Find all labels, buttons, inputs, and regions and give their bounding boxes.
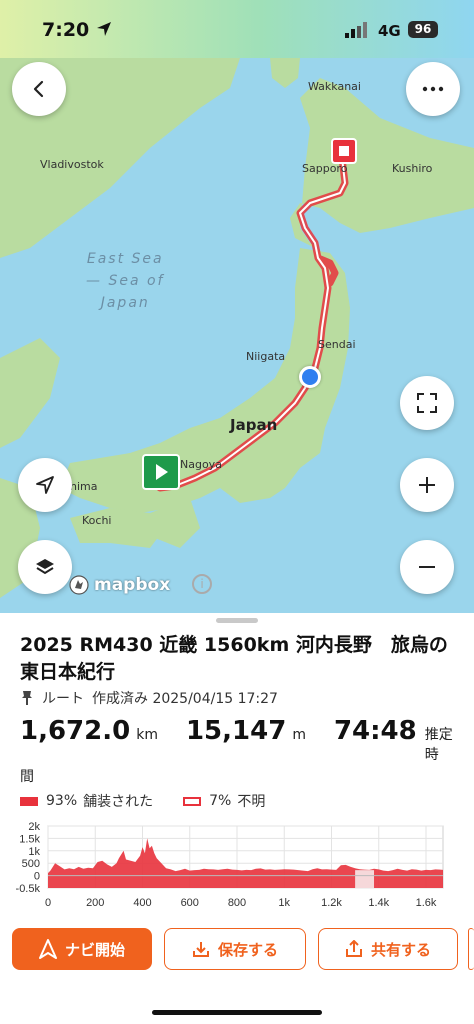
route-meta: ルート 作成済み 2025/04/15 17:27 [20, 688, 278, 708]
unknown-surface-band [355, 870, 375, 888]
network-type: 4G [378, 22, 401, 40]
download-icon [192, 942, 209, 957]
label-nagoya: Nagoya [180, 458, 222, 471]
mapbox-logo-icon [69, 575, 89, 595]
x-tick-label: 1.2k [321, 897, 342, 909]
duration-value: 74:48 [333, 716, 417, 746]
paved-label: 舗装された [83, 794, 154, 810]
save-button[interactable]: 保存する [164, 928, 306, 970]
label-japan: Japan [230, 416, 278, 434]
start-navigation-label: ナビ開始 [64, 940, 125, 959]
layers-button[interactable] [18, 540, 72, 594]
x-tick-label: 600 [181, 897, 199, 909]
mapbox-attribution[interactable]: mapbox [68, 574, 170, 596]
paved-swatch [20, 796, 38, 806]
korea-land [0, 338, 60, 448]
distance-unit: km [136, 727, 158, 743]
distance-value: 1,672.0 [20, 716, 131, 746]
unknown-percent: 7% [209, 793, 232, 809]
home-indicator [152, 1010, 322, 1015]
unknown-label: 不明 [237, 794, 266, 810]
y-tick-label: 0 [34, 871, 40, 883]
x-tick-label: 200 [86, 897, 104, 909]
label-kushiro: Kushiro [392, 162, 433, 175]
save-label: 保存する [217, 940, 278, 959]
route-type: ルート [42, 691, 84, 707]
attribution-info-icon[interactable]: i [192, 574, 212, 594]
elevation-unit: m [292, 727, 306, 743]
route-map[interactable]: Wakkanai Sapporo Kushiro Vladivostok Sen… [0, 58, 474, 613]
current-location-dot [299, 366, 321, 388]
sakhalin-land [270, 58, 300, 88]
unknown-swatch [183, 796, 202, 806]
label-hima: hima [70, 480, 98, 493]
map-canvas [0, 58, 474, 598]
action-bar: ナビ開始 保存する 共有する [12, 928, 474, 972]
sea-label-line-2: — Sea of [86, 273, 165, 289]
minus-icon [419, 566, 435, 568]
more-options-button[interactable] [406, 62, 460, 116]
x-tick-label: 1k [278, 897, 290, 909]
duration-unit-part1: 推定時 [424, 727, 453, 763]
location-arrow-icon [97, 22, 111, 36]
play-icon [156, 464, 168, 480]
sea-label-line-1: East Sea [86, 251, 164, 267]
sea-label-line-3: Japan [100, 295, 150, 311]
navigation-arrow-icon [36, 476, 54, 494]
y-tick-label: 1k [28, 846, 40, 858]
x-tick-label: 1.6k [416, 897, 437, 909]
sheet-grab-handle[interactable] [216, 618, 258, 623]
ellipsis-icon [422, 86, 444, 92]
x-tick-label: 800 [228, 897, 246, 909]
x-tick-label: 0 [45, 897, 51, 909]
fullscreen-icon [417, 393, 437, 413]
chevron-left-icon [33, 80, 44, 98]
label-wakkanai: Wakkanai [308, 80, 361, 93]
label-kochi: Kochi [82, 514, 112, 527]
mapbox-text: mapbox [94, 575, 171, 595]
x-tick-label: 400 [133, 897, 151, 909]
pin-icon [22, 691, 32, 705]
back-button[interactable] [12, 62, 66, 116]
layers-icon [36, 559, 54, 575]
share-label: 共有する [370, 940, 431, 959]
finish-flag-icon [339, 146, 349, 156]
battery-indicator: 96 [408, 21, 438, 38]
paved-percent: 93% [46, 793, 78, 809]
start-navigation-button[interactable]: ナビ開始 [12, 928, 152, 970]
zoom-in-button[interactable] [400, 458, 454, 512]
label-vladivostok: Vladivostok [40, 158, 104, 171]
label-niigata: Niigata [246, 350, 286, 363]
more-actions-button-edge[interactable] [468, 928, 474, 970]
sea-of-japan-label: East Sea — Sea of Japan [86, 248, 164, 314]
start-marker[interactable] [142, 454, 180, 490]
status-time: 7:20 [42, 19, 90, 41]
y-tick-label: 1.5k [19, 833, 40, 845]
x-tick-label: 1.4k [368, 897, 389, 909]
y-tick-label: 500 [22, 858, 40, 870]
elevation-value: 15,147 [185, 716, 287, 746]
fullscreen-button[interactable] [400, 376, 454, 430]
status-bar: 7:20 4G 96 [0, 0, 474, 58]
signal-icon [345, 22, 367, 38]
elevation-chart[interactable]: 2k1.5k1k5000-0.5k0 200 400 600 800 1k 1.2k 1.4k… [0, 818, 474, 914]
duration-unit-part2: 間 [20, 769, 34, 785]
label-sendai: Sendai [318, 338, 356, 351]
plus-icon [419, 477, 435, 493]
navigation-a-icon [38, 939, 57, 959]
zoom-out-button[interactable] [400, 540, 454, 594]
route-created: 作成済み 2025/04/15 17:27 [92, 691, 278, 707]
share-icon [345, 940, 362, 957]
surface-legend: 93% 舗装された 7% 不明 [20, 791, 265, 811]
locate-me-button[interactable] [18, 458, 72, 512]
route-stats: 1,672.0 km 15,147 m 74:48 推定時 間 [20, 716, 460, 786]
share-button[interactable]: 共有する [318, 928, 458, 970]
y-tick-label: -0.5k [16, 883, 41, 895]
finish-marker[interactable] [331, 138, 357, 164]
route-title: 2025 RM430 近畿 1560km 河内長野 旅烏の東日本紀行 [20, 634, 448, 683]
y-tick-label: 2k [28, 821, 40, 833]
